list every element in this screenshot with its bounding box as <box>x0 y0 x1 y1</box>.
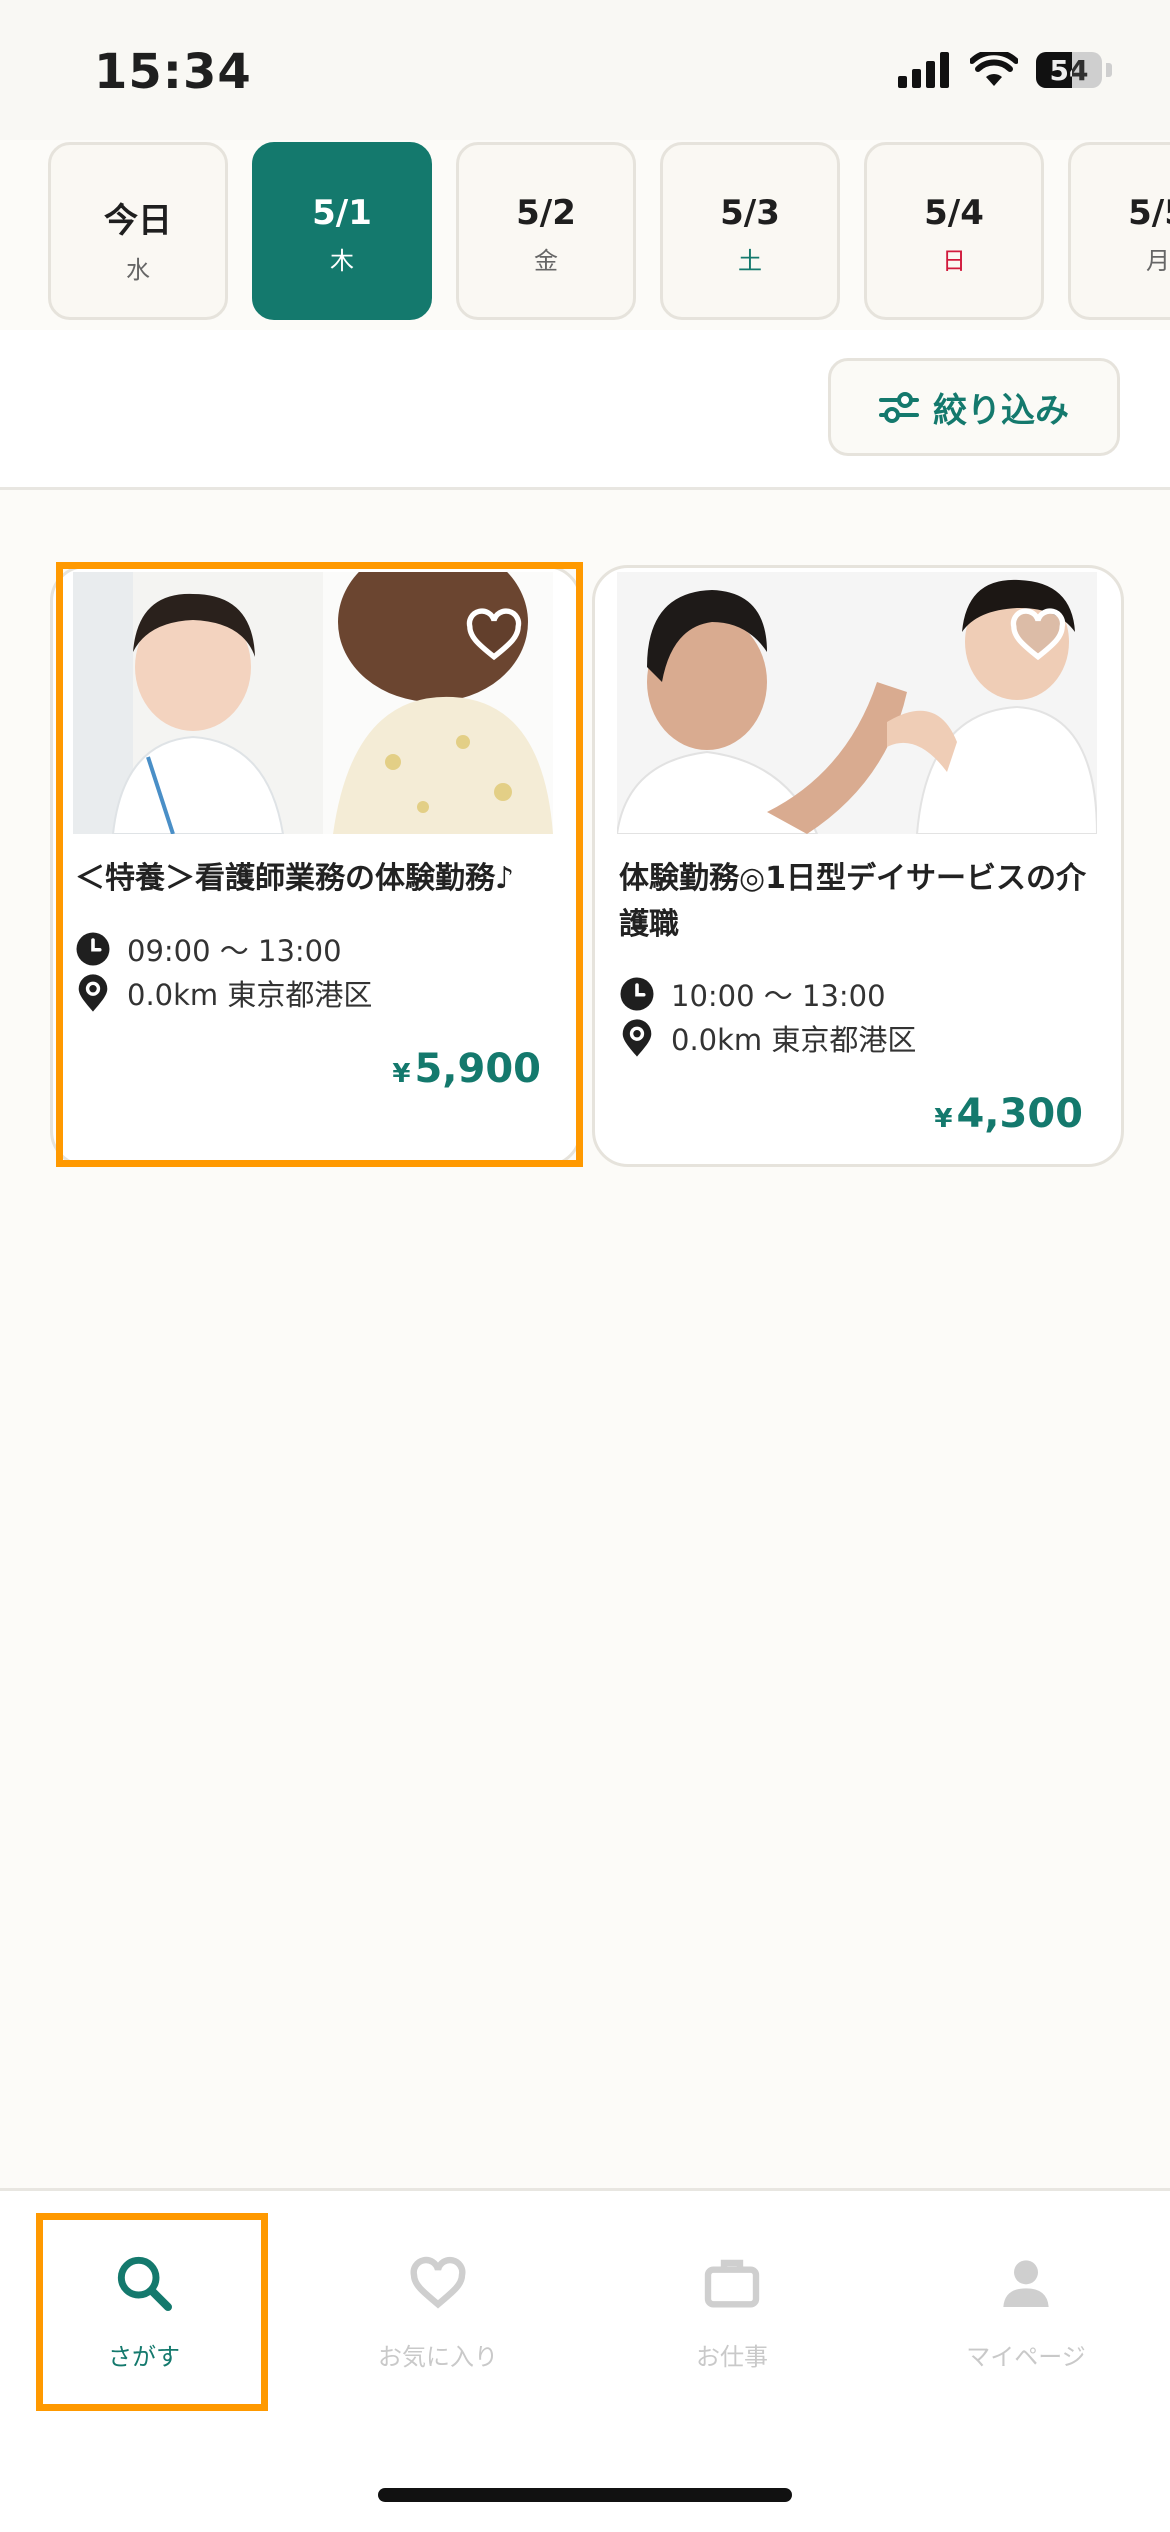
date-chip-weekday: 木 <box>330 247 354 275</box>
date-chip-weekday: 金 <box>534 247 558 275</box>
date-chip-5-2[interactable]: 5/2 金 <box>456 142 636 320</box>
highlight-box <box>56 562 583 1167</box>
tab-label: お仕事 <box>696 2343 768 2371</box>
signal-icon <box>898 52 949 88</box>
date-chip-today[interactable]: 今日 水 <box>48 142 228 320</box>
tab-favorites[interactable]: お気に入り <box>318 2251 558 2431</box>
job-location: 0.0km 東京都港区 <box>619 1017 916 1059</box>
filter-button-label: 絞り込み <box>933 390 1069 431</box>
date-chip-weekday: 月 <box>1146 247 1170 275</box>
bottom-tab-bar: さがす お気に入り お仕事 マイページ <box>0 2188 1170 2532</box>
currency-symbol: ¥ <box>934 1104 953 1134</box>
job-card[interactable]: 体験勤務◎1日型デイサービスの介護職 10:00 〜 13:00 0.0km 東… <box>592 565 1124 1167</box>
favorite-heart-icon[interactable] <box>1009 606 1067 664</box>
person-icon <box>1003 2260 1049 2307</box>
briefcase-icon <box>704 2259 760 2308</box>
date-chip-5-1[interactable]: 5/1 木 <box>252 142 432 320</box>
date-chip-label: 5/5 <box>1128 193 1170 233</box>
filter-row: 絞り込み <box>0 330 1170 490</box>
job-price: ¥4,300 <box>934 1091 1083 1137</box>
heart-icon <box>410 2256 466 2309</box>
date-chip-weekday: 水 <box>126 256 150 284</box>
highlight-box <box>36 2213 268 2411</box>
filter-button[interactable]: 絞り込み <box>828 358 1120 456</box>
status-bar: 15:34 54 <box>0 0 1170 140</box>
wifi-icon <box>970 52 1018 86</box>
date-chip-label: 5/4 <box>924 193 984 233</box>
date-selector: 今日 水 5/1 木 5/2 金 5/3 土 5/4 日 5/5 月 <box>0 140 1170 330</box>
tab-label: お気に入り <box>378 2343 498 2371</box>
date-chip-label: 5/1 <box>312 193 372 233</box>
job-time: 10:00 〜 13:00 <box>619 973 886 1015</box>
battery-tip <box>1106 63 1112 77</box>
status-icons: 54 <box>898 52 1112 88</box>
home-indicator <box>378 2488 792 2502</box>
battery-icon: 54 <box>1036 52 1102 88</box>
status-time: 15:34 <box>94 44 252 100</box>
date-chip-5-4[interactable]: 5/4 日 <box>864 142 1044 320</box>
location-pin-icon <box>622 1019 652 1057</box>
date-chip-label: 5/3 <box>720 193 780 233</box>
tab-jobs[interactable]: お仕事 <box>612 2251 852 2431</box>
sliders-icon <box>879 392 919 423</box>
date-chip-weekday: 土 <box>738 247 762 275</box>
job-time-text: 10:00 〜 13:00 <box>671 979 886 1013</box>
tab-label: マイページ <box>966 2343 1086 2371</box>
job-location-text: 0.0km 東京都港区 <box>671 1023 917 1057</box>
date-chip-label: 今日 <box>104 201 172 241</box>
date-chip-5-5[interactable]: 5/5 月 <box>1068 142 1170 320</box>
date-chip-label: 5/2 <box>516 193 576 233</box>
tab-mypage[interactable]: マイページ <box>906 2251 1146 2431</box>
battery-percentage: 54 <box>1049 54 1089 87</box>
date-chip-5-3[interactable]: 5/3 土 <box>660 142 840 320</box>
job-photo <box>617 572 1097 834</box>
job-title: 体験勤務◎1日型デイサービスの介護職 <box>619 861 1087 942</box>
job-price-value: 4,300 <box>956 1091 1083 1137</box>
date-chip-weekday: 日 <box>942 247 966 275</box>
clock-icon <box>620 977 654 1011</box>
